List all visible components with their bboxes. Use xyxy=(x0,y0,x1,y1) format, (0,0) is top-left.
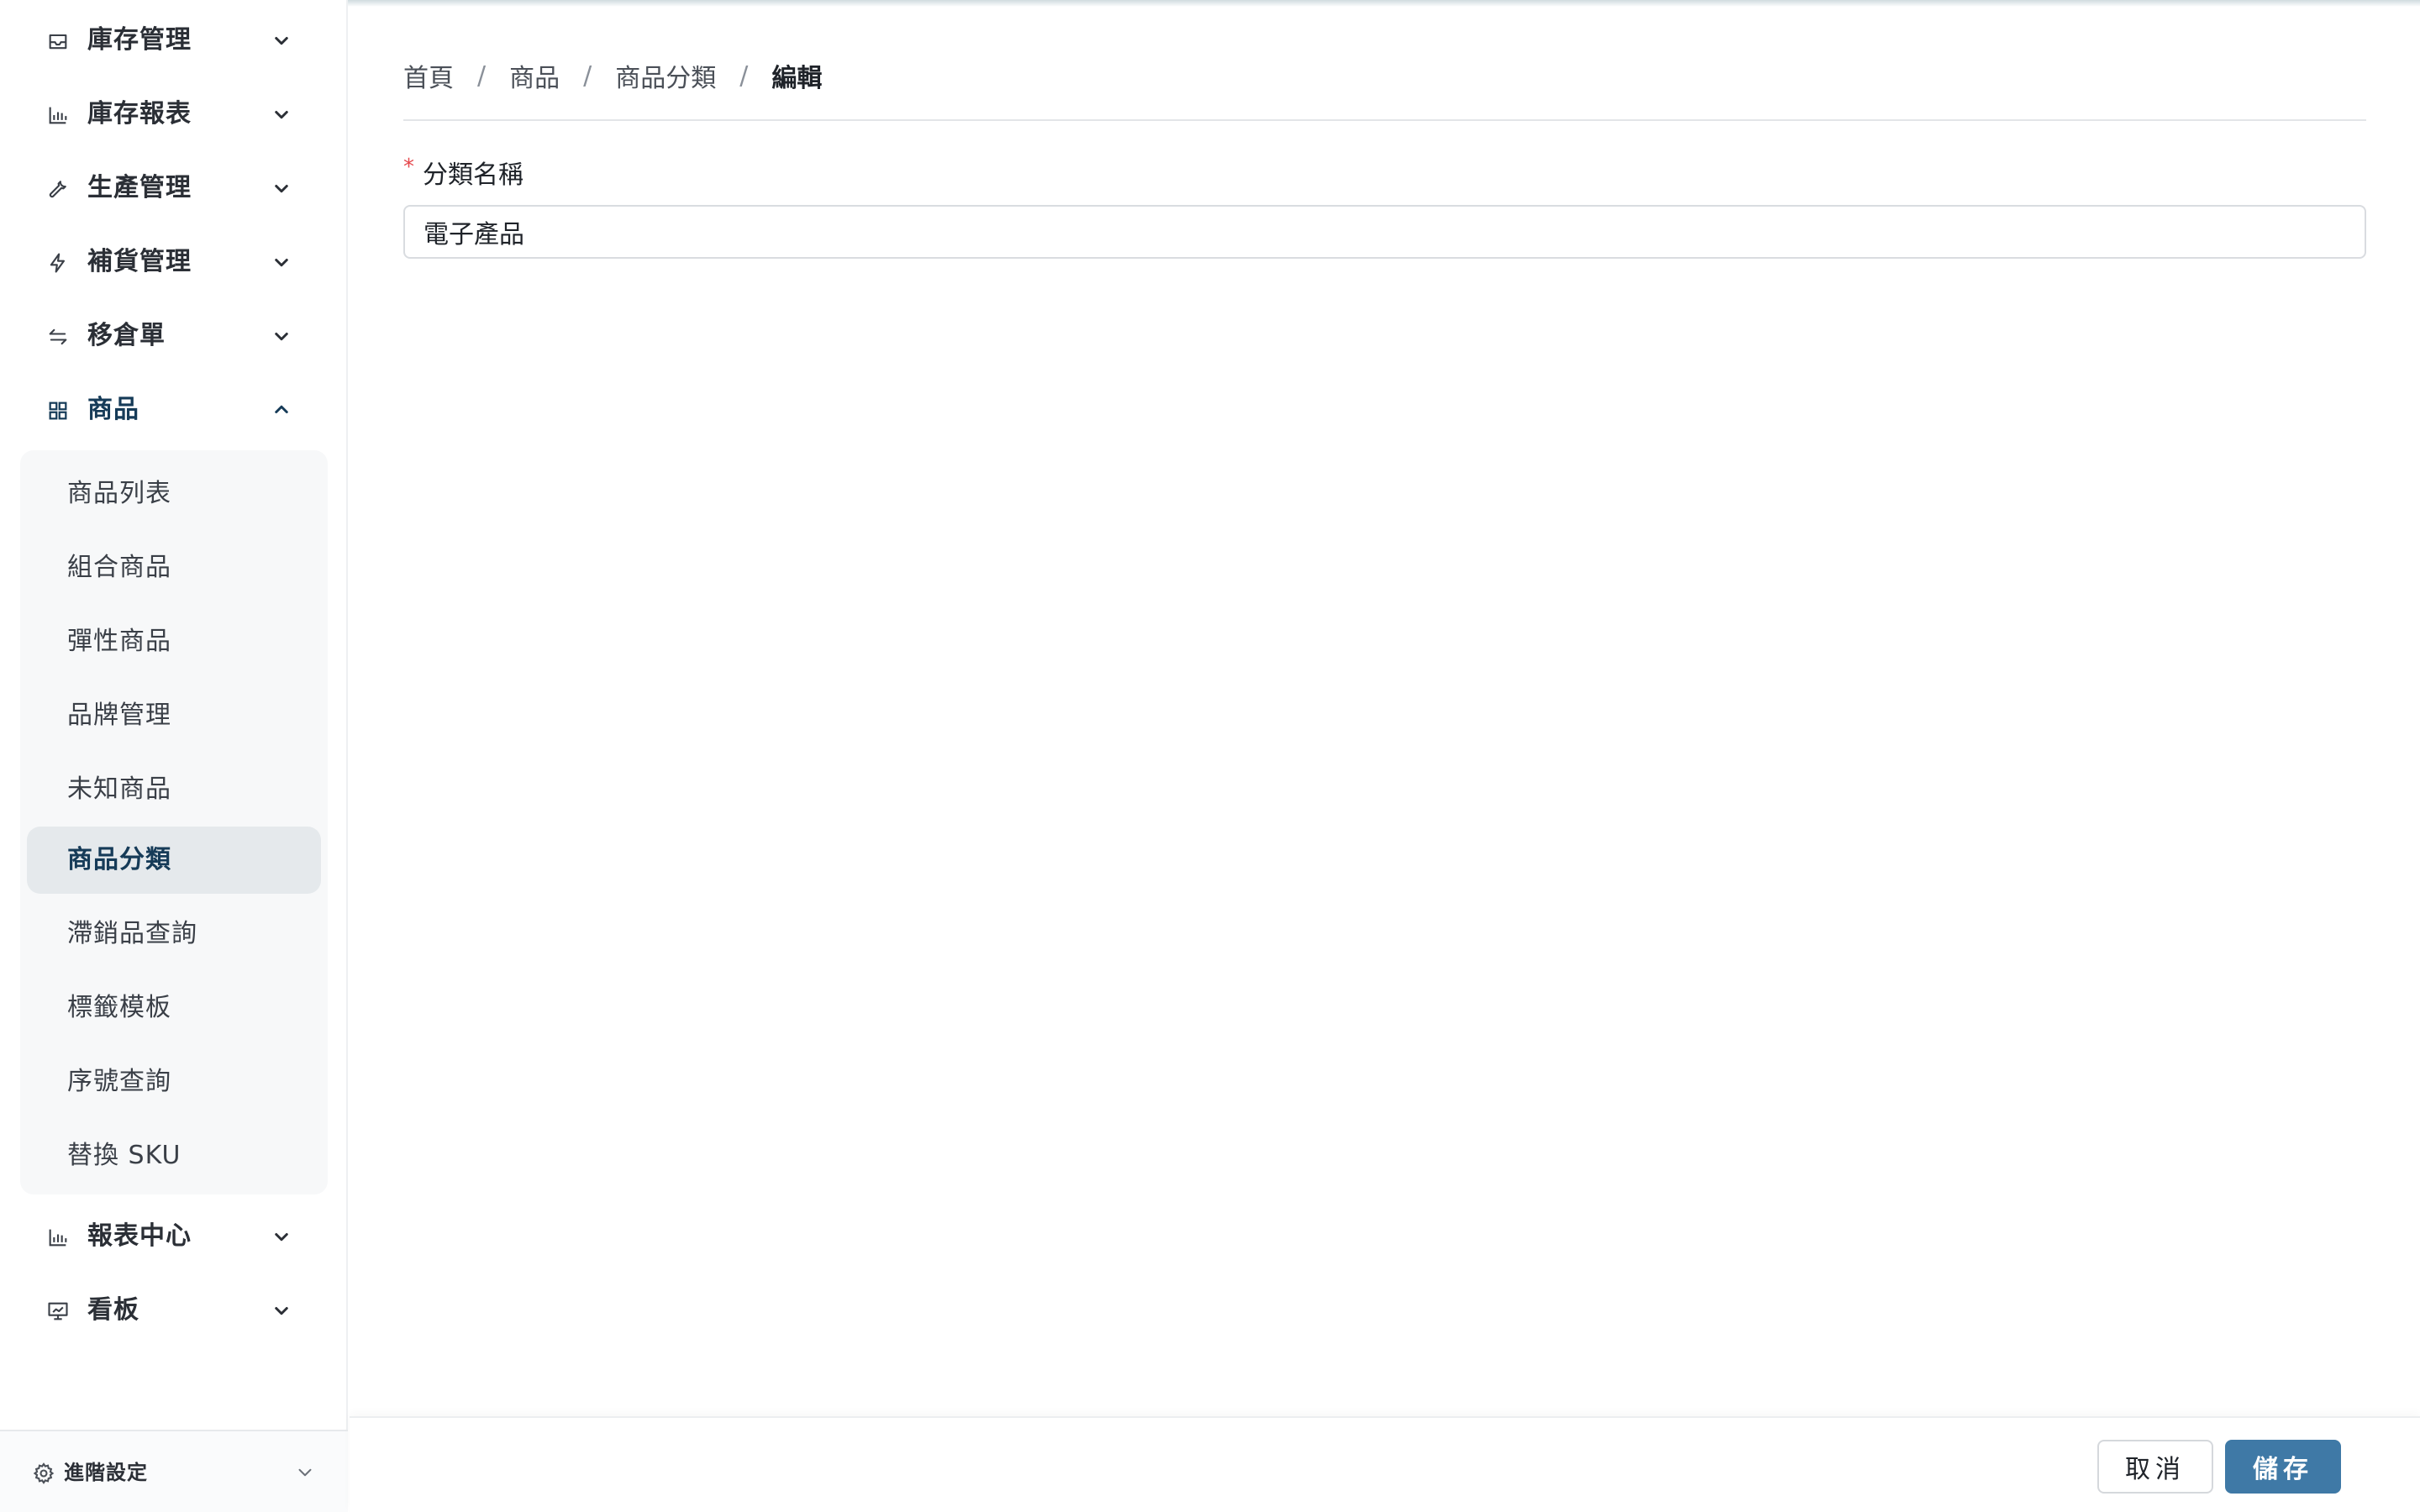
submenu-item-label: 未知商品 xyxy=(67,774,171,804)
menu-inventory-report[interactable]: 庫存報表 xyxy=(0,81,348,148)
category-name-label: * 分類名稱 xyxy=(403,151,523,193)
wrench-icon xyxy=(45,176,71,202)
chevron-down-icon[interactable] xyxy=(269,28,294,53)
chevron-down-icon[interactable] xyxy=(294,1462,316,1483)
category-name-label-text: 分類名稱 xyxy=(423,160,523,190)
menu-warehouse-transfer[interactable]: 移倉單 xyxy=(0,302,348,370)
chevron-down-icon[interactable] xyxy=(269,1224,294,1249)
inbox-icon xyxy=(45,29,71,54)
breadcrumb-separator: / xyxy=(477,60,487,91)
submenu-item-label: 商品分類 xyxy=(67,845,171,874)
menu-inventory-management[interactable]: 庫存管理 xyxy=(0,7,348,74)
form-action-bar: 取消 儲存 xyxy=(350,1416,2420,1512)
cancel-button[interactable]: 取消 xyxy=(2097,1440,2213,1494)
submenu-item-label: 彈性商品 xyxy=(67,627,171,656)
menu-production-management[interactable]: 生產管理 xyxy=(0,155,348,222)
bar-chart-icon xyxy=(45,102,71,128)
submenu-item-flexible-products[interactable]: 彈性商品 xyxy=(27,608,321,675)
app-root: 庫存管理 庫存報表 生產管理 補貨管理 移倉單 商品 商品列表 組合商品 彈性商… xyxy=(0,0,2420,1512)
submenu-item-label: 標籤模板 xyxy=(67,993,171,1022)
grid-icon xyxy=(45,398,71,423)
submenu-item-bundle-products[interactable]: 組合商品 xyxy=(27,534,321,601)
presentation-chart-icon xyxy=(45,1299,71,1324)
header-shadow xyxy=(348,0,2420,7)
chevron-up-icon[interactable] xyxy=(269,397,294,423)
submenu-item-product-categories[interactable]: 商品分類 xyxy=(27,827,321,894)
chevron-down-icon[interactable] xyxy=(269,1298,294,1323)
breadcrumb-current: 編輯 xyxy=(771,64,823,93)
breadcrumb-home[interactable]: 首頁 xyxy=(403,57,454,94)
divider xyxy=(403,119,2366,121)
category-name-input[interactable] xyxy=(403,205,2366,259)
chevron-down-icon[interactable] xyxy=(269,323,294,349)
submenu-item-label: 商品列表 xyxy=(67,479,171,508)
chevron-down-icon[interactable] xyxy=(269,176,294,201)
chevron-down-icon[interactable] xyxy=(269,102,294,127)
save-button[interactable]: 儲存 xyxy=(2225,1440,2341,1494)
gear-icon xyxy=(32,1462,55,1485)
lightning-icon xyxy=(45,250,71,276)
breadcrumb-separator: / xyxy=(583,60,592,91)
menu-label: 商品 xyxy=(87,395,139,424)
menu-replenishment-management[interactable]: 補貨管理 xyxy=(0,228,348,296)
submenu-item-label: 替換 SKU xyxy=(67,1141,182,1170)
menu-label: 看板 xyxy=(87,1295,139,1325)
bar-chart-icon xyxy=(45,1225,71,1250)
submenu-item-label: 組合商品 xyxy=(67,553,171,582)
menu-report-center[interactable]: 報表中心 xyxy=(0,1203,348,1270)
submenu-item-unknown-products[interactable]: 未知商品 xyxy=(27,756,321,823)
products-submenu: 商品列表 組合商品 彈性商品 品牌管理 未知商品 商品分類 滯銷品查詢 標籤模板… xyxy=(20,450,328,1194)
menu-dashboard[interactable]: 看板 xyxy=(0,1277,348,1344)
submenu-item-label-templates[interactable]: 標籤模板 xyxy=(27,974,321,1042)
transfer-arrows-icon xyxy=(45,324,71,349)
submenu-item-label: 序號查詢 xyxy=(67,1067,171,1096)
advanced-settings-label: 進階設定 xyxy=(64,1461,148,1484)
menu-label: 報表中心 xyxy=(87,1221,192,1251)
menu-products[interactable]: 商品 xyxy=(0,376,348,444)
menu-label: 移倉單 xyxy=(87,321,166,350)
submenu-item-product-list[interactable]: 商品列表 xyxy=(27,460,321,528)
advanced-settings[interactable]: 進階設定 xyxy=(0,1430,348,1512)
breadcrumb-product-categories[interactable]: 商品分類 xyxy=(615,57,716,94)
menu-label: 補貨管理 xyxy=(87,247,192,276)
menu-label: 庫存管理 xyxy=(87,25,192,55)
submenu-item-label: 品牌管理 xyxy=(67,701,171,730)
menu-label: 生產管理 xyxy=(87,173,192,202)
submenu-item-brand-management[interactable]: 品牌管理 xyxy=(27,682,321,749)
chevron-down-icon[interactable] xyxy=(269,249,294,275)
submenu-item-replace-sku[interactable]: 替換 SKU xyxy=(27,1122,321,1189)
breadcrumb-products[interactable]: 商品 xyxy=(509,57,560,94)
submenu-item-label: 滯銷品查詢 xyxy=(67,919,197,948)
breadcrumb: 首頁 / 商品 / 商品分類 / 編輯 xyxy=(403,52,822,99)
sidebar: 庫存管理 庫存報表 生產管理 補貨管理 移倉單 商品 商品列表 組合商品 彈性商… xyxy=(0,0,348,1512)
required-mark: * xyxy=(403,155,414,180)
menu-label: 庫存報表 xyxy=(87,99,192,129)
submenu-item-serial-query[interactable]: 序號查詢 xyxy=(27,1048,321,1116)
breadcrumb-separator: / xyxy=(739,60,749,91)
submenu-item-slow-moving-query[interactable]: 滯銷品查詢 xyxy=(27,900,321,968)
